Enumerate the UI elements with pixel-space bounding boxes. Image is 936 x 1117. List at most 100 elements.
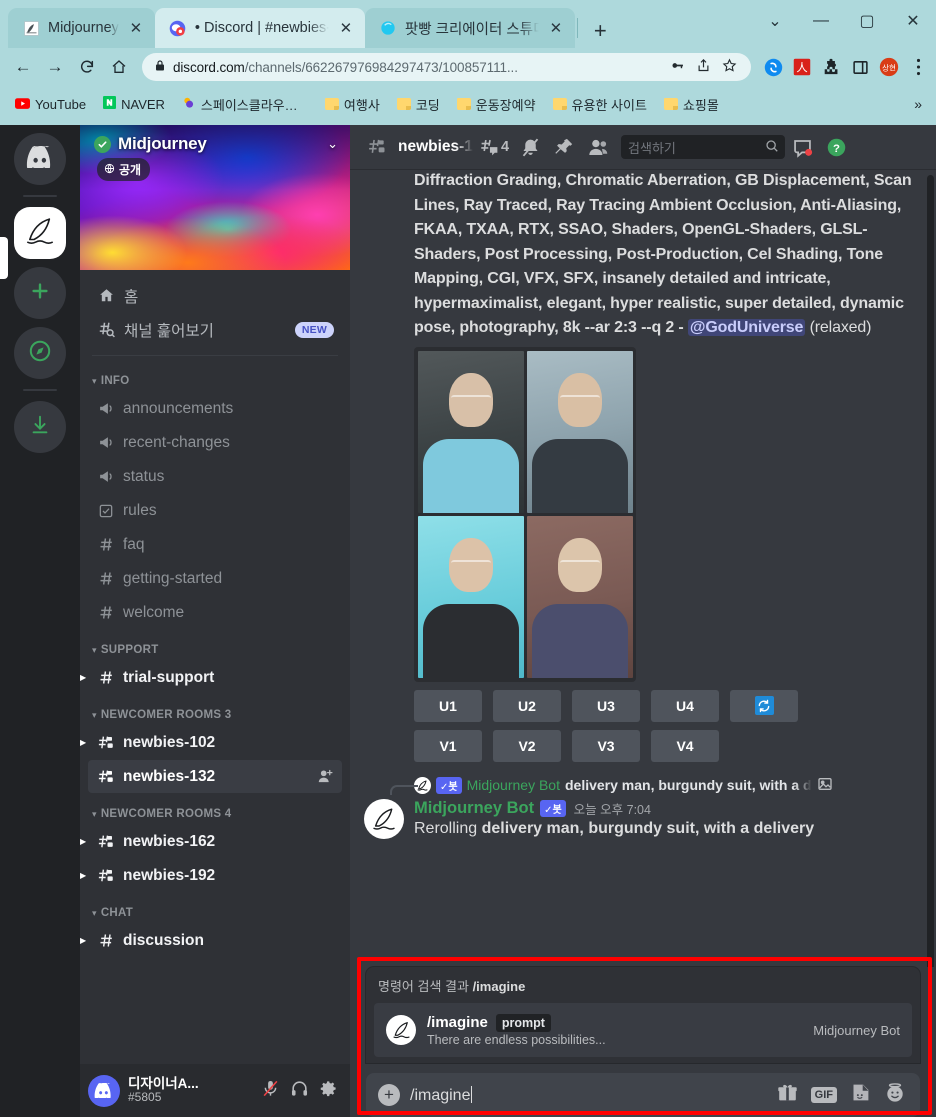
sidebar-channel-newbies-102[interactable]: ▶ newbies-102 [80, 726, 342, 759]
variation-button-v2[interactable]: V2 [493, 729, 561, 762]
reply-author[interactable]: Midjourney Bot [467, 777, 560, 793]
headset-icon[interactable] [290, 1079, 309, 1103]
extensions-puzzle-icon[interactable] [821, 57, 841, 77]
sidebar-channel-status[interactable]: status [88, 460, 342, 493]
server-banner[interactable]: Midjourney ⌄ 공개 [80, 125, 350, 270]
thread-expand-arrow-icon[interactable]: ▶ [80, 871, 86, 880]
rail-item-download-apps[interactable] [14, 401, 66, 453]
category-newcomer-rooms-4[interactable]: ▾ NEWCOMER ROOMS 4 [80, 794, 350, 824]
gif-icon[interactable]: GIF [810, 1087, 837, 1103]
bookmark-folder-travel[interactable]: 여행사 [318, 92, 387, 117]
upscale-button-u3[interactable]: U3 [572, 689, 640, 722]
avatar[interactable] [88, 1074, 120, 1107]
bookmark-folder-sports[interactable]: 운동장예약 [450, 92, 543, 117]
sidebar-channel-faq[interactable]: faq [88, 528, 342, 561]
add-member-icon[interactable] [317, 768, 334, 785]
category-chat[interactable]: ▾ CHAT [80, 893, 350, 923]
sticker-icon[interactable] [850, 1082, 871, 1108]
command-option-imagine[interactable]: /imagine prompt There are endless possib… [374, 1003, 912, 1057]
generated-image-2[interactable] [527, 350, 633, 513]
bell-off-icon[interactable] [513, 132, 547, 162]
category-newcomer-rooms-3[interactable]: ▾ NEWCOMER ROOMS 3 [80, 695, 350, 725]
upscale-button-u1[interactable]: U1 [414, 689, 482, 722]
tab-search-chevron-icon[interactable]: ⌄ [752, 11, 798, 31]
sidebar-channel-rules[interactable]: rules [88, 494, 342, 527]
sidepanel-icon[interactable] [850, 57, 870, 77]
plus-circle-icon[interactable]: + [378, 1084, 400, 1106]
bookmarks-overflow-icon[interactable]: » [914, 96, 928, 112]
message-scrollbar[interactable] [927, 175, 934, 967]
new-tab-button[interactable]: + [580, 20, 621, 48]
server-header[interactable]: Midjourney ⌄ [94, 134, 338, 154]
gift-icon[interactable] [777, 1082, 798, 1108]
bookmark-folder-useful[interactable]: 유용한 사이트 [546, 92, 654, 117]
variation-button-v4[interactable]: V4 [651, 729, 719, 762]
mention-godiniverse[interactable]: @GodUniverse [687, 319, 806, 336]
sidebar-channel-recent-changes[interactable]: recent-changes [88, 426, 342, 459]
generated-image-1[interactable] [418, 350, 524, 513]
bookmark-naver[interactable]: NAVER [96, 93, 172, 115]
thread-expand-arrow-icon[interactable]: ▶ [80, 837, 86, 846]
thread-expand-arrow-icon[interactable]: ▶ [80, 673, 86, 682]
adobe-acrobat-icon[interactable]: 人 [792, 57, 812, 77]
bookmark-folder-shopping[interactable]: 쇼핑몰 [657, 92, 726, 117]
reply-reference[interactable]: ✓봇 Midjourney Bot delivery man, burgundy… [350, 776, 936, 795]
sidebar-item-browse-channels[interactable]: 채널 훑어보기 NEW [88, 313, 342, 346]
shazam-icon[interactable] [763, 57, 783, 77]
three-dot-menu-icon[interactable] [908, 57, 928, 77]
upscale-button-u4[interactable]: U4 [651, 689, 719, 722]
bookmark-folder-coding[interactable]: 코딩 [390, 92, 447, 117]
settings-gear-icon[interactable] [319, 1079, 338, 1103]
mic-muted-icon[interactable] [261, 1079, 280, 1103]
maximize-button[interactable]: ▢ [844, 11, 890, 31]
sidebar-channel-welcome[interactable]: welcome [88, 596, 342, 629]
generated-image-grid[interactable] [414, 346, 636, 682]
pin-icon[interactable] [547, 132, 581, 162]
sidebar-channel-getting-started[interactable]: getting-started [88, 562, 342, 595]
variation-button-v1[interactable]: V1 [414, 729, 482, 762]
sidebar-channel-trial-support[interactable]: ▶ trial-support [80, 661, 342, 694]
chevron-down-icon[interactable]: ⌄ [327, 136, 338, 152]
sidebar-channel-newbies-162[interactable]: ▶ newbies-162 [80, 825, 342, 858]
sidebar-channel-announcements[interactable]: announcements [88, 392, 342, 425]
back-icon[interactable]: ← [8, 52, 38, 82]
upscale-button-u2[interactable]: U2 [493, 689, 561, 722]
category-support[interactable]: ▾ SUPPORT [80, 630, 350, 660]
help-icon[interactable]: ? [819, 132, 853, 162]
members-icon[interactable] [581, 132, 615, 162]
browser-tab-podbbang[interactable]: 팟빵 크리에이터 스튜디 ✕ [364, 8, 575, 48]
address-bar[interactable]: discord.com/channels/662267976984297473/… [142, 53, 751, 81]
scrollbar-thumb[interactable] [927, 175, 934, 967]
sidebar-item-home[interactable]: 홈 [88, 279, 342, 312]
variation-button-v3[interactable]: V3 [572, 729, 640, 762]
minimize-button[interactable]: — [798, 12, 844, 30]
profile-avatar[interactable]: 상현 [879, 57, 899, 77]
message-list[interactable]: Diffraction Grading, Chromatic Aberratio… [350, 169, 936, 967]
sidebar-channel-newbies-132[interactable]: newbies-132 [88, 760, 342, 793]
generated-image-4[interactable] [527, 515, 633, 678]
rail-item-explore-servers[interactable] [14, 327, 66, 379]
share-icon[interactable] [694, 58, 713, 76]
thread-expand-arrow-icon[interactable]: ▶ [80, 738, 86, 747]
category-info[interactable]: ▾ INFO [80, 361, 350, 391]
emoji-icon[interactable] [884, 1082, 906, 1109]
close-window-button[interactable]: ✕ [890, 11, 936, 31]
thread-expand-arrow-icon[interactable]: ▶ [80, 936, 86, 945]
rail-item-direct-messages[interactable] [14, 133, 66, 185]
star-icon[interactable] [720, 58, 739, 76]
browser-tab-midjourney[interactable]: Midjourney ✕ [8, 8, 155, 48]
user-identity[interactable]: 디자이너A... #5805 [128, 1076, 199, 1105]
home-icon[interactable] [104, 52, 134, 82]
rail-item-add-server[interactable] [14, 267, 66, 319]
key-icon[interactable] [668, 59, 687, 75]
forward-icon[interactable]: → [40, 52, 70, 82]
message-composer[interactable]: + /imagine GIF [366, 1073, 920, 1117]
inbox-icon[interactable] [785, 132, 819, 162]
sidebar-channel-discussion[interactable]: ▶ discussion [80, 924, 342, 957]
reroll-button[interactable] [730, 689, 798, 722]
avatar[interactable] [364, 798, 404, 839]
close-icon[interactable]: ✕ [547, 19, 565, 37]
browser-tab-discord[interactable]: • Discord | #newbies-13 ✕ [154, 8, 365, 48]
bookmark-spacecloud[interactable]: 스페이스클라우드 |... [175, 92, 315, 117]
rail-item-midjourney-server[interactable] [14, 207, 66, 259]
